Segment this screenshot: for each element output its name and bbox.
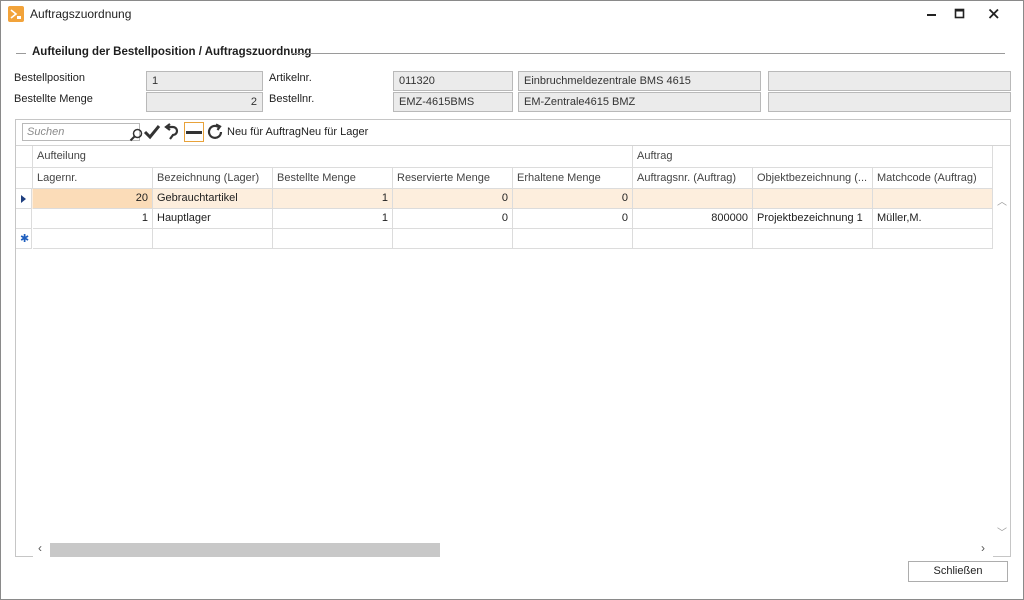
band-aufteilung[interactable]: Aufteilung (33, 146, 633, 168)
table-cell[interactable] (393, 229, 513, 249)
table-cell[interactable]: 1 (273, 209, 393, 229)
scroll-left-icon[interactable]: ‹ (38, 541, 42, 555)
table-cell[interactable]: 0 (513, 209, 633, 229)
band-corner (16, 146, 33, 168)
table-cell[interactable]: 0 (513, 189, 633, 209)
table-cell[interactable] (873, 189, 993, 209)
maximize-button[interactable] (945, 3, 975, 25)
table-cell[interactable]: Projektbezeichnung 1 (753, 209, 873, 229)
confirm-button[interactable] (142, 122, 162, 142)
artikelnr-field: 011320 (393, 71, 513, 91)
group-divider (291, 53, 1005, 54)
app-icon (8, 6, 24, 22)
table-cell[interactable]: 800000 (633, 209, 753, 229)
table-cell[interactable]: 0 (393, 209, 513, 229)
minimize-button[interactable] (917, 3, 947, 25)
close-window-button[interactable] (979, 3, 1009, 25)
title-bar: Auftragszuordnung (1, 1, 1023, 27)
scroll-up-icon[interactable]: ︿ (997, 193, 1007, 208)
row-pointer-icon (21, 195, 26, 203)
scrollbar-thumb[interactable] (50, 543, 440, 557)
column-header[interactable]: Matchcode (Auftrag) (873, 168, 993, 189)
search-placeholder: Suchen (27, 126, 65, 138)
close-icon (988, 8, 999, 19)
table-cell[interactable]: 1 (273, 189, 393, 209)
new-row[interactable]: ✱ (16, 229, 993, 249)
horizontal-scrollbar[interactable]: ‹ › (33, 540, 993, 557)
search-icon[interactable] (129, 128, 143, 142)
table-cell[interactable]: Hauptlager (153, 209, 273, 229)
group-divider (16, 53, 26, 54)
table-cell[interactable]: 20 (33, 189, 153, 209)
table-cell[interactable]: 1 (33, 209, 153, 229)
group-title: Aufteilung der Bestellposition / Auftrag… (32, 46, 312, 58)
bestellnr-field: EMZ-4615BMS (393, 92, 513, 112)
table-cell[interactable]: Gebrauchtartikel (153, 189, 273, 209)
bestellposition-field: 1 (146, 71, 263, 91)
column-header[interactable]: Bezeichnung (Lager) (153, 168, 273, 189)
column-header[interactable]: Erhaltene Menge (513, 168, 633, 189)
row-indicator[interactable] (16, 189, 32, 209)
column-header[interactable]: Objektbezeichnung (... (753, 168, 873, 189)
minus-icon (186, 131, 202, 134)
new-row-icon: ✱ (20, 233, 30, 245)
refresh-button[interactable] (205, 122, 225, 142)
dialog-window: Auftragszuordnung Aufteilung der Bestell… (0, 0, 1024, 600)
table-cell[interactable] (873, 229, 993, 249)
bestellte-menge-label: Bestellte Menge (14, 93, 93, 105)
table-cell[interactable] (753, 229, 873, 249)
maximize-icon (954, 8, 965, 19)
table-row[interactable]: 20 Gebrauchtartikel 1 0 0 (16, 189, 993, 209)
grid-panel: Suchen Neu für Auftrag Neu für Lager Auf… (15, 119, 1011, 557)
band-header-row: Aufteilung Auftrag (16, 146, 993, 168)
new-for-stock-link[interactable]: Neu für Lager (301, 126, 368, 138)
table-row[interactable]: 1 Hauptlager 1 0 0 800000 Projektbezeich… (16, 209, 993, 229)
vertical-scrollbar[interactable]: ︿ ﹀ (993, 190, 1010, 541)
window-title: Auftragszuordnung (30, 7, 132, 21)
row-indicator[interactable]: ✱ (16, 229, 32, 249)
column-header[interactable]: Bestellte Menge (273, 168, 393, 189)
new-for-order-link[interactable]: Neu für Auftrag (227, 126, 301, 138)
table-cell[interactable] (633, 189, 753, 209)
bestellnr-bezeichnung-field: EM-Zentrale4615 BMZ (518, 92, 761, 112)
table-cell[interactable]: 0 (393, 189, 513, 209)
artikel-bezeichnung-field: Einbruchmeldezentrale BMS 4615 (518, 71, 761, 91)
table-cell[interactable]: Müller,M. (873, 209, 993, 229)
table-cell[interactable] (753, 189, 873, 209)
header-corner (16, 168, 33, 189)
artikel-extra-field (768, 71, 1011, 91)
delete-row-button[interactable] (184, 122, 204, 142)
scroll-right-icon[interactable]: › (981, 541, 985, 555)
search-input[interactable]: Suchen (22, 123, 143, 142)
table-cell[interactable] (153, 229, 273, 249)
grid-toolbar: Suchen Neu für Auftrag Neu für Lager (16, 120, 1010, 145)
table-cell[interactable] (633, 229, 753, 249)
data-grid: Aufteilung Auftrag Lagernr. Bezeichnung … (16, 145, 1010, 541)
column-header[interactable]: Lagernr. (33, 168, 153, 189)
band-auftrag[interactable]: Auftrag (633, 146, 993, 168)
bestellte-menge-field: 2 (146, 92, 263, 112)
row-indicator[interactable] (16, 209, 32, 229)
column-header[interactable]: Reservierte Menge (393, 168, 513, 189)
check-icon (143, 125, 161, 140)
bestellnr-extra-field (768, 92, 1011, 112)
bestellnr-label: Bestellnr. (269, 93, 315, 105)
artikelnr-label: Artikelnr. (269, 72, 312, 84)
undo-icon (164, 123, 179, 140)
minimize-icon (927, 14, 936, 16)
refresh-icon (207, 123, 223, 139)
column-header-row: Lagernr. Bezeichnung (Lager) Bestellte M… (16, 168, 993, 189)
table-cell[interactable] (513, 229, 633, 249)
undo-button[interactable] (163, 122, 183, 142)
bestellposition-label: Bestellposition (14, 72, 85, 84)
scroll-down-icon[interactable]: ﹀ (997, 524, 1007, 539)
column-header[interactable]: Auftragsnr. (Auftrag) (633, 168, 753, 189)
table-cell[interactable] (273, 229, 393, 249)
table-cell[interactable] (33, 229, 153, 249)
close-button[interactable]: Schließen (908, 561, 1008, 582)
